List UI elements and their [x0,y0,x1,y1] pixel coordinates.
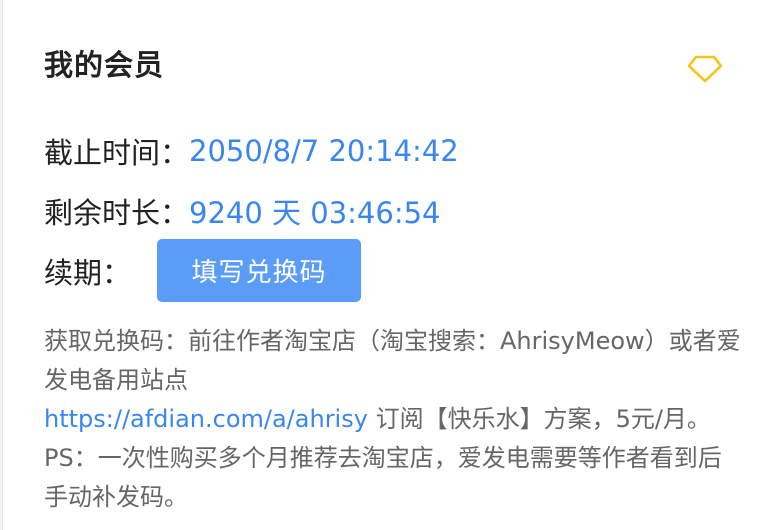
remaining-value: 9240 天 03:46:54 [189,196,441,230]
afdian-link[interactable]: https://afdian.com/a/ahrisy [44,405,368,433]
page-title: 我的会员 [44,48,165,82]
membership-card: 我的会员 截止时间： 2050/8/7 20:14:42 剩余时长： 9240 … [2,0,774,530]
renew-label: 续期： [44,256,132,290]
expiry-value: 2050/8/7 20:14:42 [189,134,459,168]
remaining-row: 剩余时长： 9240 天 03:46:54 [44,190,441,232]
redeem-code-button[interactable]: 填写兑换码 [157,239,361,302]
info-text-before-link: 获取兑换码：前往作者淘宝店（淘宝搜索：AhrisyMeow）或者爱发电备用站点 [44,327,741,394]
diamond-icon [687,55,723,83]
remaining-label: 剩余时长： [44,196,190,230]
redeem-info-text: 获取兑换码：前往作者淘宝店（淘宝搜索：AhrisyMeow）或者爱发电备用站点 … [44,322,744,517]
renew-row: 续期： [44,250,131,292]
expiry-row: 截止时间： 2050/8/7 20:14:42 [44,130,459,172]
expiry-label: 截止时间： [44,136,190,170]
